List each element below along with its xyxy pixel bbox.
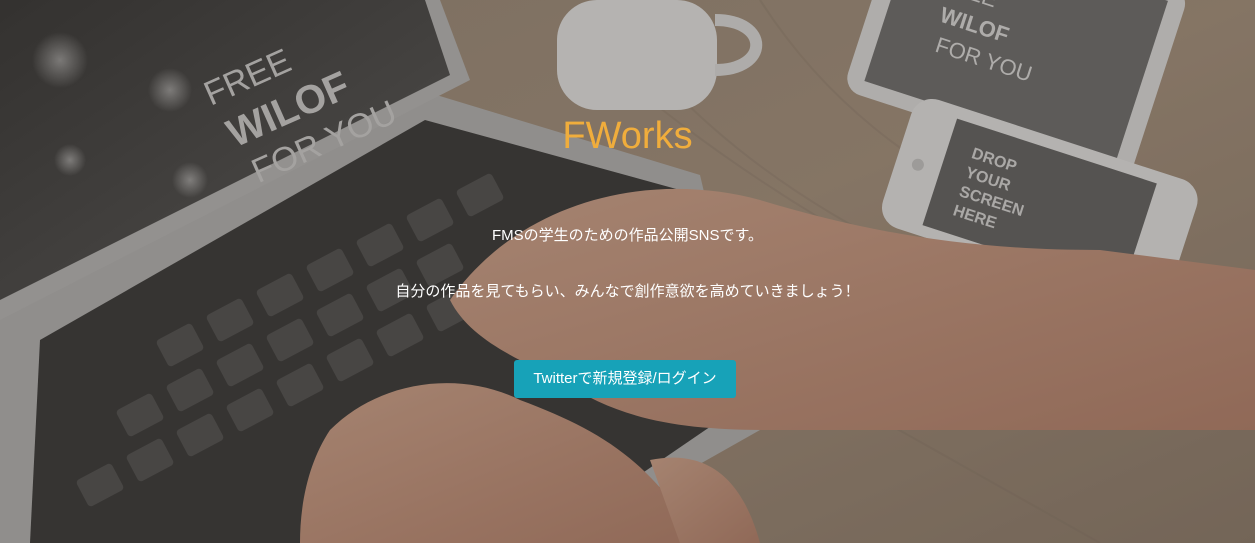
twitter-login-button[interactable]: Twitterで新規登録/ログイン: [514, 360, 736, 398]
site-description-line-1: FMSの学生のための作品公開SNSです。: [491, 227, 763, 244]
site-description-line-2: 自分の作品を見てもらい、みんなで創作意欲を高めていきましょう！: [395, 283, 860, 300]
hero-content: FWorks FMSの学生のための作品公開SNSです。 自分の作品を見てもらい、…: [0, 0, 1255, 543]
hero-section: FREE WILOF FOR YOU DROP YOUR SCREEN HERE: [0, 0, 1255, 543]
site-title: FWorks: [562, 115, 693, 157]
